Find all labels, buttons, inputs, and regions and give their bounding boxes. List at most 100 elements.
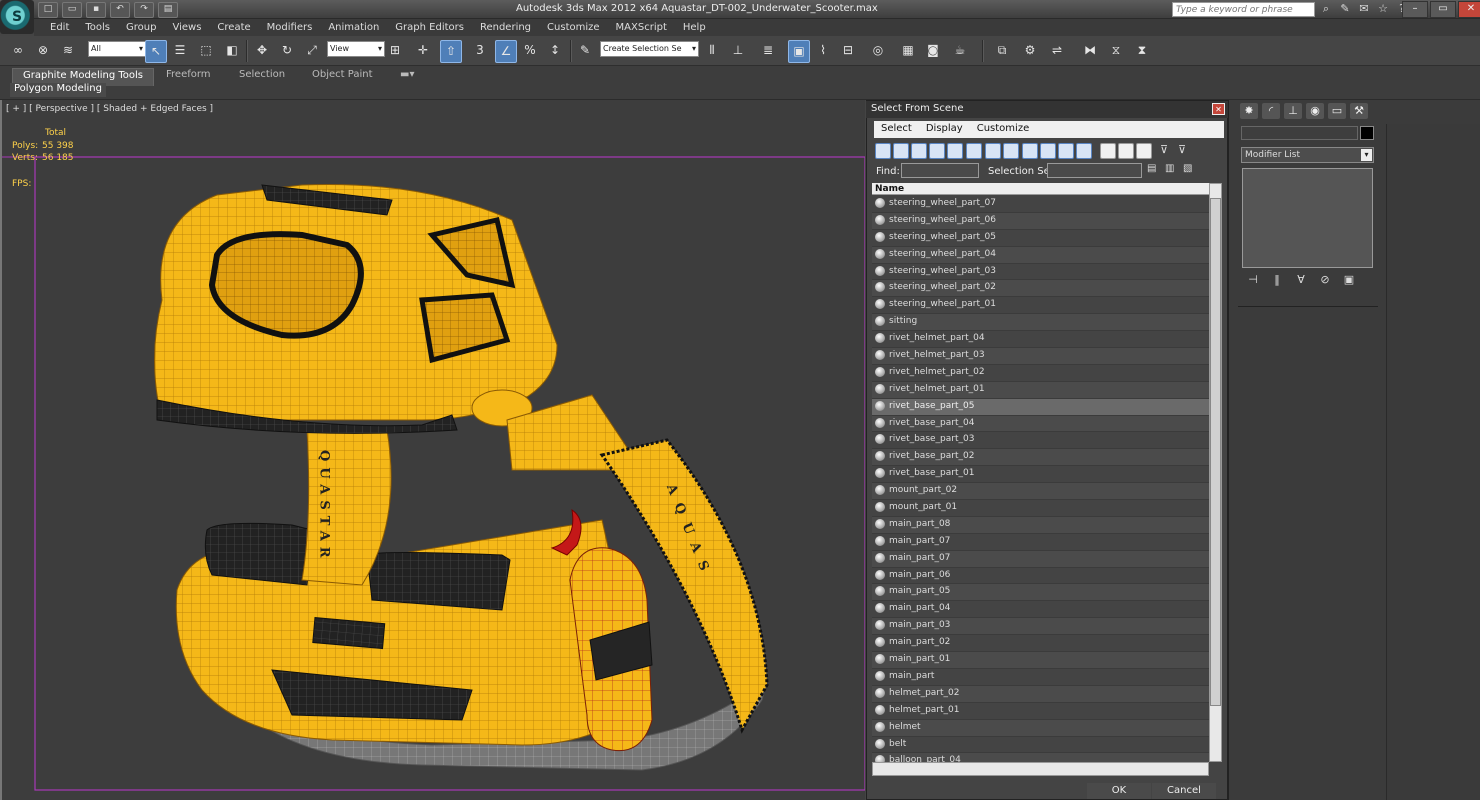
- list-item[interactable]: main_part_07: [872, 550, 1209, 568]
- menu-views[interactable]: Views: [164, 19, 209, 36]
- pivot-center-icon[interactable]: ⊞: [385, 40, 405, 61]
- extra-tool-3-icon[interactable]: ⇌: [1047, 40, 1067, 61]
- select-and-move-icon[interactable]: ✥: [252, 40, 272, 61]
- find-input[interactable]: [901, 163, 979, 178]
- subscription-icon[interactable]: ✎: [1337, 2, 1353, 16]
- display-spacewarps-icon[interactable]: [966, 143, 982, 159]
- list-item[interactable]: steering_wheel_part_06: [872, 212, 1209, 230]
- edit-named-selection-icon[interactable]: ✎: [575, 40, 595, 61]
- mirror-icon[interactable]: ⫴: [702, 40, 722, 61]
- display-hidden-icon[interactable]: [1076, 143, 1092, 159]
- tab-selection[interactable]: Selection: [229, 68, 295, 85]
- display-groups-icon[interactable]: [985, 143, 1001, 159]
- list-item[interactable]: main_part_01: [872, 652, 1209, 669]
- select-and-scale-icon[interactable]: ⤢: [302, 40, 322, 61]
- extra-tool-4-icon[interactable]: ⧓: [1080, 40, 1100, 61]
- list-item[interactable]: steering_wheel_part_05: [872, 230, 1209, 247]
- material-editor-icon[interactable]: ◎: [868, 40, 888, 61]
- make-unique-icon[interactable]: ∀: [1292, 272, 1310, 288]
- display-tab-icon[interactable]: ▭: [1328, 103, 1346, 119]
- display-containers-icon[interactable]: [1040, 143, 1056, 159]
- modifier-list-dropdown[interactable]: Modifier List: [1241, 147, 1374, 163]
- snaps-toggle-icon[interactable]: 3: [470, 40, 490, 61]
- menu-graph-editors[interactable]: Graph Editors: [387, 19, 472, 36]
- schematic-view-icon[interactable]: ⊟: [838, 40, 858, 61]
- select-object-icon[interactable]: ↖: [145, 40, 167, 63]
- binoculars-icon[interactable]: ⌕: [1318, 2, 1334, 16]
- select-by-name-icon[interactable]: ☰: [170, 40, 190, 61]
- undo-icon[interactable]: ↶: [110, 2, 130, 18]
- spinner-snap-icon[interactable]: ↕: [545, 40, 565, 61]
- list-item[interactable]: helmet: [872, 719, 1209, 737]
- perspective-viewport[interactable]: QUASTAR AQUAS: [0, 100, 865, 800]
- remove-modifier-icon[interactable]: ⊘: [1316, 272, 1334, 288]
- save-file-icon[interactable]: ▪: [86, 2, 106, 18]
- favorites-icon[interactable]: ☆: [1375, 2, 1391, 16]
- menu-rendering[interactable]: Rendering: [472, 19, 539, 36]
- list-item[interactable]: rivet_base_part_01: [872, 466, 1209, 484]
- extra-tool-1-icon[interactable]: ⧉: [992, 40, 1012, 61]
- menu-edit[interactable]: Edit: [42, 19, 77, 36]
- display-invert-icon[interactable]: [1136, 143, 1152, 159]
- select-and-rotate-icon[interactable]: ↻: [277, 40, 297, 61]
- list-item[interactable]: rivet_base_part_04: [872, 415, 1209, 433]
- list-item[interactable]: mount_part_02: [872, 483, 1209, 501]
- menu-maxscript[interactable]: MAXScript: [608, 19, 675, 36]
- menu-modifiers[interactable]: Modifiers: [259, 19, 321, 36]
- dialog-menu-customize[interactable]: Customize: [970, 121, 1037, 138]
- app-logo-icon[interactable]: S: [0, 0, 34, 34]
- dialog-title[interactable]: Select From Scene: [866, 101, 1228, 118]
- communication-center-icon[interactable]: ✉: [1356, 2, 1372, 16]
- show-end-result-icon[interactable]: ‖: [1268, 272, 1286, 288]
- bind-space-warp-icon[interactable]: ≋: [58, 40, 78, 61]
- modifier-stack[interactable]: [1242, 168, 1373, 268]
- cancel-button[interactable]: Cancel: [1152, 783, 1216, 799]
- named-selection-dropdown[interactable]: Create Selection Se: [600, 41, 699, 57]
- scene-object-list[interactable]: steering_wheel_part_07 steering_wheel_par…: [872, 196, 1209, 762]
- maximize-button[interactable]: ▭: [1430, 1, 1456, 18]
- select-and-link-icon[interactable]: ∞: [8, 40, 28, 61]
- remove-from-set-icon[interactable]: ▧: [1183, 163, 1197, 177]
- render-production-icon[interactable]: ☕: [950, 40, 970, 61]
- filter-options-icon[interactable]: ⊽: [1178, 143, 1192, 157]
- display-frozen-icon[interactable]: [1058, 143, 1074, 159]
- align-icon[interactable]: ⊥: [728, 40, 748, 61]
- pin-stack-icon[interactable]: ⊣: [1244, 272, 1262, 288]
- list-item[interactable]: main_part_06: [872, 568, 1209, 585]
- display-cameras-icon[interactable]: [929, 143, 945, 159]
- display-xrefs-icon[interactable]: [1003, 143, 1019, 159]
- display-bones-icon[interactable]: [1022, 143, 1038, 159]
- list-item[interactable]: steering_wheel_part_07: [872, 196, 1209, 213]
- utilities-tab-icon[interactable]: ⚒: [1350, 103, 1368, 119]
- menu-group[interactable]: Group: [118, 19, 164, 36]
- list-item[interactable]: rivet_base_part_05: [872, 398, 1209, 416]
- unlink-icon[interactable]: ⊗: [33, 40, 53, 61]
- graphite-toggle-icon[interactable]: ▣: [788, 40, 810, 63]
- viewport-label[interactable]: [ + ] [ Perspective ] [ Shaded + Edged F…: [6, 104, 213, 114]
- list-item[interactable]: sitting: [872, 314, 1209, 332]
- dialog-close-button[interactable]: ✕: [1212, 103, 1225, 115]
- display-shapes-icon[interactable]: [893, 143, 909, 159]
- list-scroll-thumb[interactable]: [1210, 198, 1221, 706]
- list-item[interactable]: balloon_part_04: [872, 753, 1209, 762]
- reference-coordinate-dropdown[interactable]: View: [327, 41, 385, 57]
- list-item[interactable]: steering_wheel_part_04: [872, 246, 1209, 264]
- extra-tool-2-icon[interactable]: ⚙: [1020, 40, 1040, 61]
- list-item[interactable]: rivet_base_part_02: [872, 449, 1209, 467]
- menu-help[interactable]: Help: [675, 19, 714, 36]
- tab-object-paint[interactable]: Object Paint: [302, 68, 383, 85]
- chevron-down-icon[interactable]: ▾: [1361, 149, 1372, 161]
- dialog-menu-display[interactable]: Display: [919, 121, 970, 138]
- list-item[interactable]: rivet_helmet_part_01: [872, 381, 1209, 399]
- menu-animation[interactable]: Animation: [320, 19, 387, 36]
- list-item[interactable]: mount_part_01: [872, 500, 1209, 517]
- extra-tool-6-icon[interactable]: ⧗: [1132, 40, 1152, 61]
- display-geometry-icon[interactable]: [875, 143, 891, 159]
- list-item[interactable]: rivet_helmet_part_04: [872, 331, 1209, 349]
- render-setup-icon[interactable]: ▦: [898, 40, 918, 61]
- display-lights-icon[interactable]: [911, 143, 927, 159]
- list-item[interactable]: rivet_helmet_part_02: [872, 365, 1209, 382]
- curve-editor-icon[interactable]: ⌇: [813, 40, 833, 61]
- rendered-frame-window-icon[interactable]: ◙: [923, 40, 943, 61]
- menu-create[interactable]: Create: [209, 19, 258, 36]
